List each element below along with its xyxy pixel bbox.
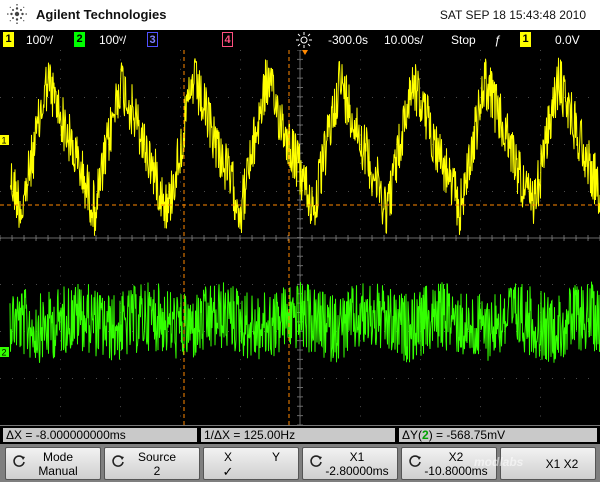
graticule-grid bbox=[0, 50, 600, 425]
run-state: Stop bbox=[451, 33, 476, 47]
delta-x-readout: ΔX = -8.000000000ms bbox=[3, 428, 197, 442]
channel-1-waveform bbox=[9, 57, 600, 236]
x-y-softkey[interactable]: X Y ✓ bbox=[203, 447, 299, 480]
inverse-delta-x-readout: 1/ΔX = 125.00Hz bbox=[201, 428, 395, 442]
channel-3-indicator[interactable]: 3 bbox=[147, 32, 158, 47]
watermark: modlabs bbox=[474, 455, 524, 469]
channel-4-indicator[interactable]: 4 bbox=[222, 32, 233, 47]
oscilloscope-display: Agilent Technologies SAT SEP 18 15:43:48… bbox=[0, 0, 600, 482]
channel-2-marker-label: 2 bbox=[2, 348, 7, 358]
header: Agilent Technologies SAT SEP 18 15:43:48… bbox=[0, 0, 600, 30]
x-label: X bbox=[223, 450, 232, 464]
time-offset: -300.0ѕ bbox=[328, 33, 369, 47]
waveform-screen: 1 2 bbox=[0, 50, 600, 425]
time-scale: 10.00ѕ/ bbox=[384, 33, 424, 47]
x1-softkey[interactable]: X1 -2.80000ms bbox=[302, 447, 398, 480]
waveform-graticule: 1 2 bbox=[0, 50, 600, 425]
source-label: Source bbox=[137, 450, 177, 464]
channel-1-ground-marker: 1 bbox=[0, 135, 9, 146]
source-softkey[interactable]: Source 2 bbox=[104, 447, 200, 480]
trigger-edge-icon: ƒ bbox=[494, 33, 501, 47]
channel-2-scale: 100ᵛ/ bbox=[99, 33, 127, 47]
channel-2-indicator[interactable]: 2 bbox=[74, 32, 85, 47]
brand-name: Agilent Technologies bbox=[36, 7, 167, 22]
channel-1-marker-label: 1 bbox=[2, 136, 7, 146]
delta-y-readout: ΔY(2) = -568.75mV bbox=[399, 428, 597, 442]
x-selected-check-icon: ✓ bbox=[222, 464, 234, 479]
mode-softkey[interactable]: Mode Manual bbox=[5, 447, 101, 480]
status-bar: 1 100ᵛ/ 2 100ᵛ/ 3 4 -300.0ѕ 10.00ѕ/ Stop… bbox=[0, 30, 600, 50]
channel-2-ground-marker: 2 bbox=[0, 347, 9, 358]
date-time: SAT SEP 18 15:43:48 2010 bbox=[439, 8, 586, 22]
delta-y-value: ) = -568.75mV bbox=[428, 428, 506, 442]
mode-label: Mode bbox=[42, 450, 74, 464]
trigger-level: 0.0V bbox=[555, 33, 580, 47]
x1-value: -2.80000ms bbox=[325, 464, 389, 478]
y-label: Y bbox=[271, 450, 280, 464]
delta-y-channel: 2 bbox=[422, 428, 429, 442]
channel-2-waveform bbox=[9, 281, 600, 363]
trigger-position-icon bbox=[296, 32, 312, 48]
cursor-measurement-bar: ΔX = -8.000000000ms 1/ΔX = 125.00Hz ΔY(2… bbox=[0, 425, 600, 445]
channel-1-indicator[interactable]: 1 bbox=[3, 32, 14, 47]
x1-label: X1 bbox=[349, 450, 365, 464]
channel-1-scale: 100ᵛ/ bbox=[26, 33, 54, 47]
mode-value: Manual bbox=[38, 464, 78, 478]
trigger-source: 1 bbox=[520, 32, 531, 47]
delta-y-prefix: ΔY( bbox=[402, 428, 423, 442]
agilent-spark-logo-icon bbox=[7, 4, 28, 25]
trigger-marker-icon bbox=[302, 50, 308, 55]
source-value: 2 bbox=[153, 464, 161, 478]
softkey-bar: Mode Manual Source 2 X Y ✓ X1 -2.80000ms… bbox=[0, 444, 600, 482]
